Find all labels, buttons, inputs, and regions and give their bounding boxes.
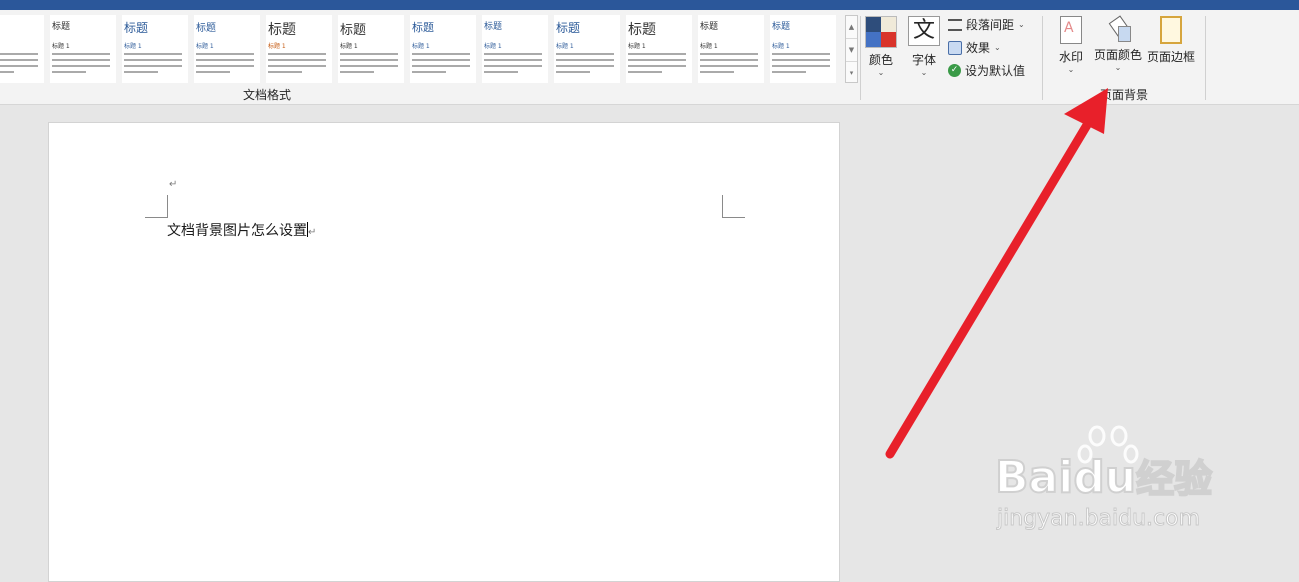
watermark-url: jingyan.baidu.com	[996, 506, 1201, 532]
baidu-watermark: Baidu经验 jingyan.baidu.com	[994, 420, 1245, 560]
watermark-brand-du: du	[1072, 451, 1137, 504]
watermark-brand: Bai	[994, 451, 1074, 504]
watermark-jingyan: 经验	[1135, 456, 1213, 502]
